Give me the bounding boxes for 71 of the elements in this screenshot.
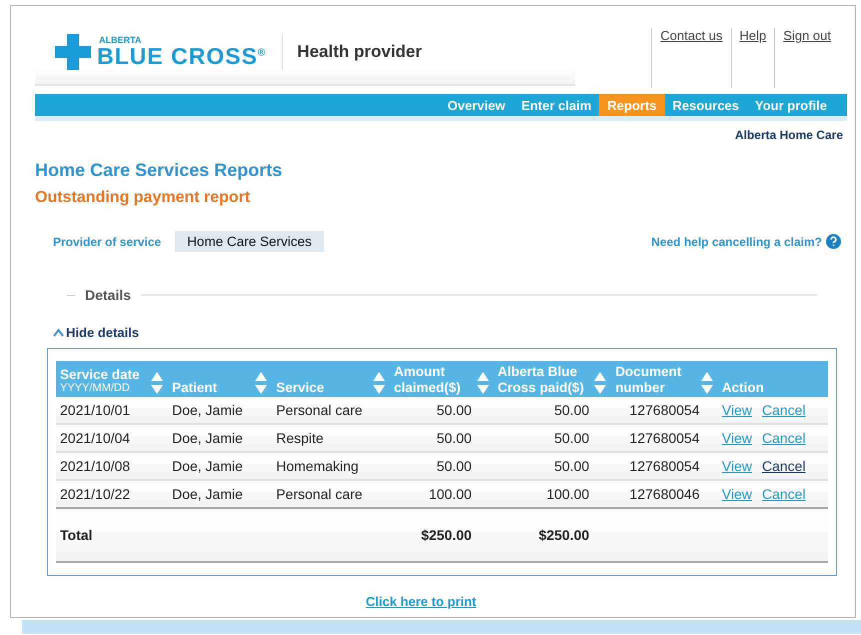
header-link[interactable]: Sign out: [774, 28, 839, 88]
section-legend: Details: [85, 287, 131, 303]
table-cell: 50.00: [494, 452, 612, 480]
table-cell: 127680054: [611, 424, 718, 452]
table-cell: Personal care: [272, 480, 390, 508]
table-cell: Doe, Jamie: [168, 480, 272, 508]
cancel-link[interactable]: Cancel: [762, 430, 806, 446]
view-link[interactable]: View: [722, 402, 752, 418]
view-link[interactable]: View: [722, 486, 752, 502]
table-cell: Doe, Jamie: [168, 397, 272, 424]
portal-title: Health provider: [282, 34, 422, 70]
cross-icon: [55, 34, 91, 70]
total-amount: $250.00: [494, 508, 612, 562]
nav-tab[interactable]: Resources: [664, 94, 748, 116]
nav-tab[interactable]: Enter claim: [513, 94, 600, 116]
view-link[interactable]: View: [722, 430, 752, 446]
hide-details-link[interactable]: Hide details: [53, 325, 847, 340]
table-cell: 127680054: [611, 397, 718, 424]
header-link[interactable]: Contact us: [651, 28, 731, 88]
sort-icon[interactable]: [254, 371, 268, 396]
nav-tab[interactable]: Your profile: [747, 94, 835, 116]
header-link[interactable]: Help: [730, 28, 774, 88]
table-cell: 50.00: [494, 397, 612, 424]
total-amount: $250.00: [390, 508, 494, 562]
table-cell: Personal care: [272, 397, 390, 424]
provider-label: Provider of service: [53, 234, 162, 248]
cancel-link[interactable]: Cancel: [762, 458, 806, 474]
print-link[interactable]: Click here to print: [366, 594, 476, 610]
sort-icon[interactable]: [593, 371, 608, 396]
column-header: Action: [718, 361, 828, 398]
table-cell: Respite: [272, 424, 390, 452]
table-cell: Doe, Jamie: [168, 424, 272, 452]
sort-icon[interactable]: [372, 371, 386, 396]
column-header[interactable]: Document number: [611, 361, 718, 398]
table-cell: 50.00: [390, 424, 494, 452]
help-icon[interactable]: [826, 234, 841, 249]
table-cell: 2021/10/01: [56, 397, 168, 424]
page-title: Home Care Services Reports: [35, 160, 284, 181]
table-cell: 100.00: [390, 480, 494, 508]
table-cell: 2021/10/22: [56, 480, 168, 508]
table-cell: 100.00: [494, 480, 612, 508]
provider-value: Home Care Services: [175, 231, 324, 252]
organization-name: Alberta Home Care: [734, 128, 843, 142]
page-subtitle: Outstanding payment report: [35, 189, 252, 207]
sort-icon[interactable]: [476, 371, 490, 396]
column-header[interactable]: Alberta Blue Cross paid($): [494, 361, 612, 398]
sort-icon[interactable]: [150, 371, 164, 396]
nav-tab[interactable]: Reports: [599, 94, 665, 116]
view-link[interactable]: View: [722, 458, 752, 474]
help-link[interactable]: Need help cancelling a claim?: [651, 234, 822, 248]
logo-wordmark: BLUE CROSS$^{®}$: [97, 45, 266, 68]
cancel-link[interactable]: Cancel: [762, 402, 806, 418]
column-header[interactable]: Service date YYYY/MM/DD: [56, 361, 168, 398]
column-header[interactable]: Service: [272, 361, 390, 398]
table-cell: Homemaking: [272, 452, 390, 480]
sort-icon[interactable]: [700, 371, 714, 396]
logo-text: ALBERTA: [99, 36, 142, 45]
table-cell: 127680054: [611, 452, 718, 480]
table-cell: 2021/10/08: [56, 452, 168, 480]
total-label: Total: [56, 508, 168, 562]
table-cell: Doe, Jamie: [168, 452, 272, 480]
table-cell: 50.00: [390, 397, 494, 424]
column-header[interactable]: Patient: [168, 361, 272, 398]
nav-tab[interactable]: Overview: [439, 94, 514, 116]
table-cell: 50.00: [390, 452, 494, 480]
table-cell: 127680046: [611, 480, 718, 508]
table-cell: 2021/10/04: [56, 424, 168, 452]
chevron-up-icon: [53, 328, 64, 337]
cancel-link[interactable]: Cancel: [762, 486, 806, 502]
table-cell: 50.00: [494, 424, 612, 452]
column-header[interactable]: Amount claimed($): [390, 361, 494, 398]
